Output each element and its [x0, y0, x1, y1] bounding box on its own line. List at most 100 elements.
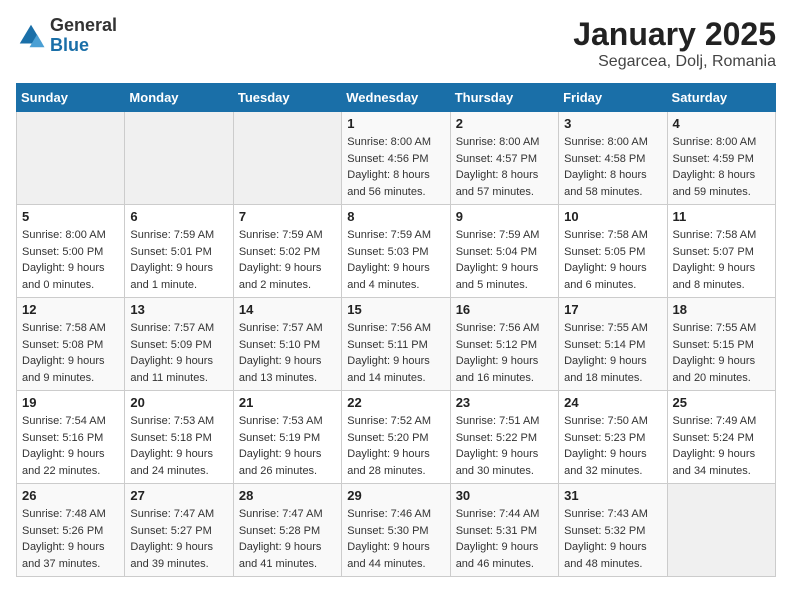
calendar-cell: 22 Sunrise: 7:52 AMSunset: 5:20 PMDayligh…	[342, 391, 450, 484]
day-number: 8	[347, 209, 444, 224]
day-info: Sunrise: 8:00 AMSunset: 4:58 PMDaylight:…	[564, 134, 661, 200]
day-info: Sunrise: 8:00 AMSunset: 4:59 PMDaylight:…	[673, 134, 770, 200]
day-info: Sunrise: 7:48 AMSunset: 5:26 PMDaylight:…	[22, 506, 119, 572]
calendar-cell: 25Sunrise: 7:49 AMSunset: 5:24 PMDayligh…	[667, 391, 775, 484]
calendar-cell: 1Sunrise: 8:00 AMSunset: 4:56 PMDaylight…	[342, 112, 450, 205]
day-number: 17	[564, 302, 661, 317]
day-number: 15	[347, 302, 444, 317]
day-number: 5	[22, 209, 119, 224]
day-number: 27	[130, 488, 227, 503]
day-number: 14	[239, 302, 336, 317]
day-number: 11	[673, 209, 770, 224]
calendar-cell: 28 Sunrise: 7:47 AMSunset: 5:28 PMDayligh…	[233, 484, 341, 577]
day-number: 20	[130, 395, 227, 410]
calendar-cell	[125, 112, 233, 205]
calendar-cell: 7 Sunrise: 7:59 AMSunset: 5:02 PMDaylight…	[233, 205, 341, 298]
day-info: Sunrise: 7:46 AMSunset: 5:30 PMDaylight:…	[347, 506, 444, 572]
day-number: 28	[239, 488, 336, 503]
day-info: Sunrise: 7:59 AMSunset: 5:04 PMDaylight:…	[456, 227, 553, 293]
calendar-cell: 14 Sunrise: 7:57 AMSunset: 5:10 PMDayligh…	[233, 298, 341, 391]
calendar-cell: 29Sunrise: 7:46 AMSunset: 5:30 PMDayligh…	[342, 484, 450, 577]
calendar-cell: 24 Sunrise: 7:50 AMSunset: 5:23 PMDayligh…	[559, 391, 667, 484]
day-info: Sunrise: 7:59 AMSunset: 5:02 PMDaylight:…	[239, 227, 336, 293]
weekday-header-sunday: Sunday	[17, 84, 125, 112]
calendar-cell: 26 Sunrise: 7:48 AMSunset: 5:26 PMDayligh…	[17, 484, 125, 577]
day-info: Sunrise: 7:58 AMSunset: 5:05 PMDaylight:…	[564, 227, 661, 293]
calendar-cell: 4 Sunrise: 8:00 AMSunset: 4:59 PMDaylight…	[667, 112, 775, 205]
day-number: 12	[22, 302, 119, 317]
day-info: Sunrise: 7:55 AMSunset: 5:15 PMDaylight:…	[673, 320, 770, 386]
day-info: Sunrise: 7:53 AMSunset: 5:18 PMDaylight:…	[130, 413, 227, 479]
day-number: 26	[22, 488, 119, 503]
logo: General Blue	[16, 16, 117, 56]
day-info: Sunrise: 7:58 AMSunset: 5:08 PMDaylight:…	[22, 320, 119, 386]
weekday-header-tuesday: Tuesday	[233, 84, 341, 112]
day-info: Sunrise: 7:43 AMSunset: 5:32 PMDaylight:…	[564, 506, 661, 572]
weekday-header-row: SundayMondayTuesdayWednesdayThursdayFrid…	[17, 84, 776, 112]
calendar-week-5: 26 Sunrise: 7:48 AMSunset: 5:26 PMDayligh…	[17, 484, 776, 577]
day-number: 4	[673, 116, 770, 131]
day-info: Sunrise: 7:52 AMSunset: 5:20 PMDaylight:…	[347, 413, 444, 479]
calendar-cell: 13Sunrise: 7:57 AMSunset: 5:09 PMDayligh…	[125, 298, 233, 391]
calendar-cell	[233, 112, 341, 205]
calendar-cell: 2Sunrise: 8:00 AMSunset: 4:57 PMDaylight…	[450, 112, 558, 205]
calendar-cell: 31 Sunrise: 7:43 AMSunset: 5:32 PMDayligh…	[559, 484, 667, 577]
calendar-cell: 8 Sunrise: 7:59 AMSunset: 5:03 PMDaylight…	[342, 205, 450, 298]
day-info: Sunrise: 7:47 AMSunset: 5:28 PMDaylight:…	[239, 506, 336, 572]
day-number: 25	[673, 395, 770, 410]
day-info: Sunrise: 7:59 AMSunset: 5:03 PMDaylight:…	[347, 227, 444, 293]
calendar-cell: 17 Sunrise: 7:55 AMSunset: 5:14 PMDayligh…	[559, 298, 667, 391]
day-info: Sunrise: 8:00 AMSunset: 5:00 PMDaylight:…	[22, 227, 119, 293]
calendar-cell: 11 Sunrise: 7:58 AMSunset: 5:07 PMDayligh…	[667, 205, 775, 298]
calendar-subtitle: Segarcea, Dolj, Romania	[573, 53, 776, 71]
day-info: Sunrise: 7:56 AMSunset: 5:12 PMDaylight:…	[456, 320, 553, 386]
calendar-cell: 3 Sunrise: 8:00 AMSunset: 4:58 PMDaylight…	[559, 112, 667, 205]
calendar-cell	[17, 112, 125, 205]
day-number: 22	[347, 395, 444, 410]
day-info: Sunrise: 7:57 AMSunset: 5:10 PMDaylight:…	[239, 320, 336, 386]
calendar-week-4: 19Sunrise: 7:54 AMSunset: 5:16 PMDayligh…	[17, 391, 776, 484]
day-info: Sunrise: 7:50 AMSunset: 5:23 PMDaylight:…	[564, 413, 661, 479]
calendar-cell: 30 Sunrise: 7:44 AMSunset: 5:31 PMDayligh…	[450, 484, 558, 577]
day-number: 3	[564, 116, 661, 131]
day-info: Sunrise: 7:47 AMSunset: 5:27 PMDaylight:…	[130, 506, 227, 572]
day-number: 30	[456, 488, 553, 503]
calendar-cell: 27 Sunrise: 7:47 AMSunset: 5:27 PMDayligh…	[125, 484, 233, 577]
day-number: 7	[239, 209, 336, 224]
day-number: 18	[673, 302, 770, 317]
calendar-cell: 6 Sunrise: 7:59 AMSunset: 5:01 PMDaylight…	[125, 205, 233, 298]
day-info: Sunrise: 8:00 AMSunset: 4:57 PMDaylight:…	[456, 134, 553, 200]
logo-general-text: General	[50, 15, 117, 35]
calendar-cell: 15 Sunrise: 7:56 AMSunset: 5:11 PMDayligh…	[342, 298, 450, 391]
day-info: Sunrise: 7:44 AMSunset: 5:31 PMDaylight:…	[456, 506, 553, 572]
day-number: 24	[564, 395, 661, 410]
weekday-header-monday: Monday	[125, 84, 233, 112]
day-number: 6	[130, 209, 227, 224]
weekday-header-saturday: Saturday	[667, 84, 775, 112]
weekday-header-wednesday: Wednesday	[342, 84, 450, 112]
day-number: 23	[456, 395, 553, 410]
day-number: 13	[130, 302, 227, 317]
day-info: Sunrise: 7:54 AMSunset: 5:16 PMDaylight:…	[22, 413, 119, 479]
calendar-week-1: 1Sunrise: 8:00 AMSunset: 4:56 PMDaylight…	[17, 112, 776, 205]
logo-blue-text: Blue	[50, 35, 89, 55]
weekday-header-friday: Friday	[559, 84, 667, 112]
page-header: General Blue January 2025 Segarcea, Dolj…	[16, 16, 776, 71]
day-info: Sunrise: 7:56 AMSunset: 5:11 PMDaylight:…	[347, 320, 444, 386]
day-info: Sunrise: 7:55 AMSunset: 5:14 PMDaylight:…	[564, 320, 661, 386]
day-number: 10	[564, 209, 661, 224]
day-number: 16	[456, 302, 553, 317]
calendar-table: SundayMondayTuesdayWednesdayThursdayFrid…	[16, 83, 776, 577]
day-info: Sunrise: 7:58 AMSunset: 5:07 PMDaylight:…	[673, 227, 770, 293]
calendar-cell: 23 Sunrise: 7:51 AMSunset: 5:22 PMDayligh…	[450, 391, 558, 484]
calendar-cell: 21Sunrise: 7:53 AMSunset: 5:19 PMDayligh…	[233, 391, 341, 484]
title-block: January 2025 Segarcea, Dolj, Romania	[573, 16, 776, 71]
day-info: Sunrise: 7:51 AMSunset: 5:22 PMDaylight:…	[456, 413, 553, 479]
calendar-cell: 16 Sunrise: 7:56 AMSunset: 5:12 PMDayligh…	[450, 298, 558, 391]
calendar-title: January 2025	[573, 16, 776, 53]
day-info: Sunrise: 7:59 AMSunset: 5:01 PMDaylight:…	[130, 227, 227, 293]
calendar-cell: 9Sunrise: 7:59 AMSunset: 5:04 PMDaylight…	[450, 205, 558, 298]
calendar-cell	[667, 484, 775, 577]
day-number: 31	[564, 488, 661, 503]
calendar-cell: 5 Sunrise: 8:00 AMSunset: 5:00 PMDaylight…	[17, 205, 125, 298]
